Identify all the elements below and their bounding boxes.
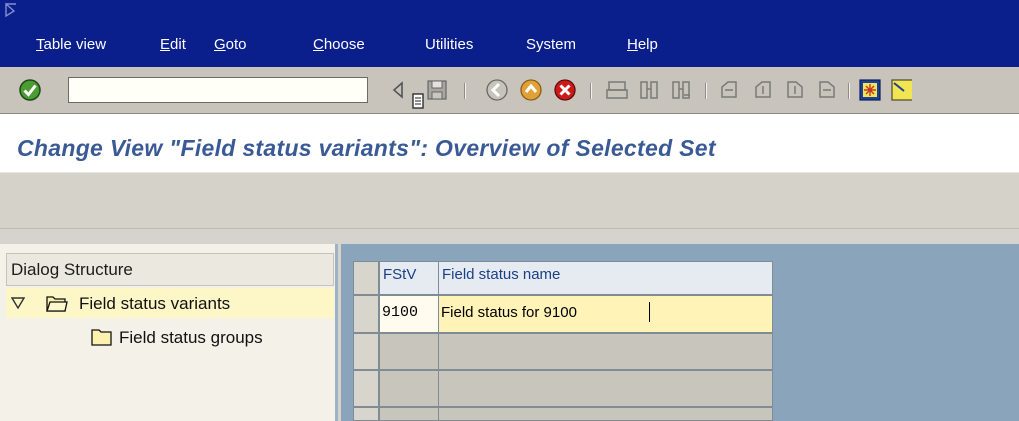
save-icon[interactable]: [424, 77, 450, 103]
toolbar-separator: [590, 83, 592, 99]
help-icon[interactable]: [890, 77, 912, 103]
row-selector[interactable]: [353, 407, 379, 421]
application-toolbar: [0, 172, 1019, 229]
back-green-icon[interactable]: [484, 77, 510, 103]
table-cell-fstv[interactable]: 9100: [379, 295, 439, 333]
toolbar-separator: [464, 83, 466, 99]
field-status-variants-table: FStV Field status name 9100 Field status…: [353, 261, 773, 421]
table-cell-field-status-name[interactable]: [438, 333, 773, 370]
toolbar-separator: [848, 83, 850, 99]
column-header-label: Field status name: [442, 266, 561, 283]
menu-edit[interactable]: Edit: [160, 36, 186, 53]
find-next-icon[interactable]: [668, 77, 694, 103]
menu-choose[interactable]: Choose: [313, 36, 365, 53]
system-menu-icon[interactable]: [3, 2, 19, 28]
exit-icon[interactable]: [518, 77, 544, 103]
dialog-structure-label: Dialog Structure: [11, 260, 133, 279]
toolbar-separator: [705, 83, 707, 99]
tree-item-field-status-groups[interactable]: Field status groups: [6, 320, 334, 352]
menu-system[interactable]: System: [526, 36, 576, 53]
column-header-label: FStV: [383, 266, 417, 283]
cell-value: Field status for 9100: [441, 304, 577, 321]
previous-page-icon[interactable]: [750, 77, 776, 103]
cell-value: 9100: [382, 304, 419, 321]
tree-item-label: Field status groups: [119, 328, 263, 347]
menu-help[interactable]: Help: [627, 36, 658, 53]
first-page-icon[interactable]: [716, 77, 742, 103]
print-icon[interactable]: [604, 77, 630, 103]
row-selector[interactable]: [353, 295, 379, 333]
menu-table-view[interactable]: Table view: [36, 36, 106, 53]
table-cell-field-status-name[interactable]: [438, 370, 773, 407]
table-cell-field-status-name[interactable]: [438, 407, 773, 421]
row-selector[interactable]: [353, 333, 379, 370]
system-toolbar: [0, 67, 1019, 114]
find-icon[interactable]: [636, 77, 662, 103]
cancel-icon[interactable]: [552, 77, 578, 103]
column-header-fstv[interactable]: FStV: [379, 261, 439, 295]
table-cell-field-status-name[interactable]: Field status for 9100: [438, 295, 773, 333]
select-all-button[interactable]: [353, 261, 379, 295]
row-selector[interactable]: [353, 370, 379, 407]
open-folder-icon: [46, 296, 68, 312]
table-cell-fstv[interactable]: [379, 370, 439, 407]
enter-icon[interactable]: [18, 78, 42, 102]
last-page-icon[interactable]: [814, 77, 840, 103]
menu-bar: Table view Edit Goto Choose Utilities Sy…: [0, 0, 1019, 67]
text-cursor: [649, 302, 650, 322]
expand-triangle-icon[interactable]: [11, 297, 25, 309]
page-title: Change View "Field status variants": Ove…: [17, 135, 716, 161]
menu-goto[interactable]: Goto: [214, 36, 247, 53]
menu-utilities[interactable]: Utilities: [425, 36, 473, 53]
folder-icon: [91, 329, 112, 346]
tree-item-field-status-variants[interactable]: Field status variants: [6, 288, 334, 318]
create-session-icon[interactable]: [857, 77, 883, 103]
table-cell-fstv[interactable]: [379, 333, 439, 370]
back-icon[interactable]: [386, 77, 412, 103]
command-field[interactable]: [68, 77, 424, 109]
next-page-icon[interactable]: [782, 77, 808, 103]
command-input[interactable]: [69, 78, 349, 102]
table-cell-fstv[interactable]: [379, 407, 439, 421]
column-header-field-status-name[interactable]: Field status name: [438, 261, 773, 295]
dialog-structure-header: Dialog Structure: [6, 253, 334, 286]
tree-item-label: Field status variants: [79, 294, 231, 313]
